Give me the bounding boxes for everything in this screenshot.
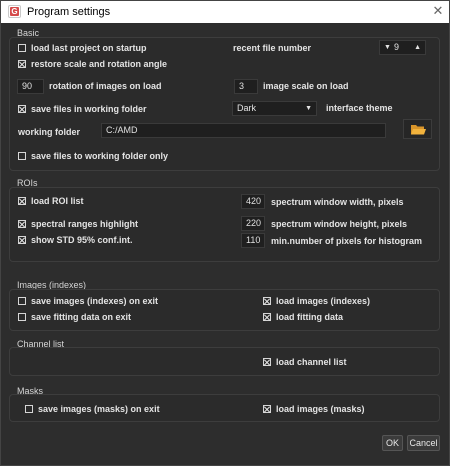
spectral-ranges-highlight-checkbox[interactable]: spectral ranges highlight	[18, 219, 138, 229]
min-pixels-input[interactable]: 110	[241, 233, 265, 248]
save-in-working-folder-checkbox[interactable]: save files in working folder	[18, 104, 147, 114]
checkbox-box	[18, 220, 26, 228]
save-fitting-on-exit-checkbox[interactable]: save fitting data on exit	[18, 312, 131, 322]
min-pixels-label: min.number of pixels for histogram	[271, 236, 423, 246]
checkbox-box	[263, 358, 271, 366]
checkbox-box	[263, 405, 271, 413]
cancel-button[interactable]: Cancel	[407, 435, 440, 451]
checkbox-box	[18, 44, 26, 52]
checkbox-box	[18, 236, 26, 244]
checkbox-box	[18, 313, 26, 321]
load-fitting-checkbox[interactable]: load fitting data	[263, 312, 343, 322]
restore-scale-checkbox[interactable]: restore scale and rotation angle	[18, 59, 167, 69]
spin-down-icon[interactable]: ▼	[384, 41, 391, 54]
checkbox-box	[18, 197, 26, 205]
checkbox-box	[18, 297, 26, 305]
load-channel-list-checkbox[interactable]: load channel list	[263, 357, 347, 367]
checkbox-box	[25, 405, 33, 413]
show-std-checkbox[interactable]: show STD 95% conf.int.	[18, 235, 133, 245]
ok-button[interactable]: OK	[382, 435, 403, 451]
title-bar: G Program settings ✕	[1, 1, 449, 23]
browse-folder-button[interactable]	[403, 119, 432, 139]
app-logo-icon: G	[8, 5, 21, 18]
recent-file-number-spinner[interactable]: ▼ 9 ▲	[379, 40, 426, 55]
load-last-project-checkbox[interactable]: load last project on startup	[18, 43, 147, 53]
window-title: Program settings	[27, 6, 111, 18]
image-scale-input[interactable]: 3	[234, 79, 258, 94]
folder-icon	[411, 125, 426, 135]
save-only-working-folder-checkbox[interactable]: save files to working folder only	[18, 151, 168, 161]
checkbox-box	[263, 313, 271, 321]
checkbox-box	[18, 152, 26, 160]
program-settings-dialog: G Program settings ✕ Basic load last pro…	[0, 0, 450, 466]
spectrum-width-input[interactable]: 420	[241, 194, 265, 209]
chevron-down-icon: ▼	[305, 105, 312, 112]
checkbox-box	[18, 105, 26, 113]
channel-list-group	[9, 347, 440, 376]
load-masks-checkbox[interactable]: load images (masks)	[263, 404, 365, 414]
rotation-label: rotation of images on load	[49, 81, 162, 91]
spectrum-width-label: spectrum window width, pixels	[271, 197, 404, 207]
interface-theme-label: interface theme	[326, 103, 393, 113]
rotation-input[interactable]: 90	[17, 79, 44, 94]
save-masks-on-exit-checkbox[interactable]: save images (masks) on exit	[25, 404, 160, 414]
recent-file-number-label: recent file number	[233, 43, 312, 53]
load-images-checkbox[interactable]: load images (indexes)	[263, 296, 370, 306]
checkbox-box	[263, 297, 271, 305]
working-folder-label: working folder	[18, 127, 81, 137]
image-scale-label: image scale on load	[263, 81, 349, 91]
spectrum-height-label: spectrum window height, pixels	[271, 219, 408, 229]
load-roi-list-checkbox[interactable]: load ROI list	[18, 196, 84, 206]
save-images-on-exit-checkbox[interactable]: save images (indexes) on exit	[18, 296, 158, 306]
checkbox-box	[18, 60, 26, 68]
close-icon[interactable]: ✕	[431, 4, 445, 18]
working-folder-input[interactable]: C:/AMD	[101, 123, 386, 138]
interface-theme-select[interactable]: Dark ▼	[232, 101, 317, 116]
spin-up-icon[interactable]: ▲	[414, 41, 421, 54]
spectrum-height-input[interactable]: 220	[241, 216, 265, 231]
